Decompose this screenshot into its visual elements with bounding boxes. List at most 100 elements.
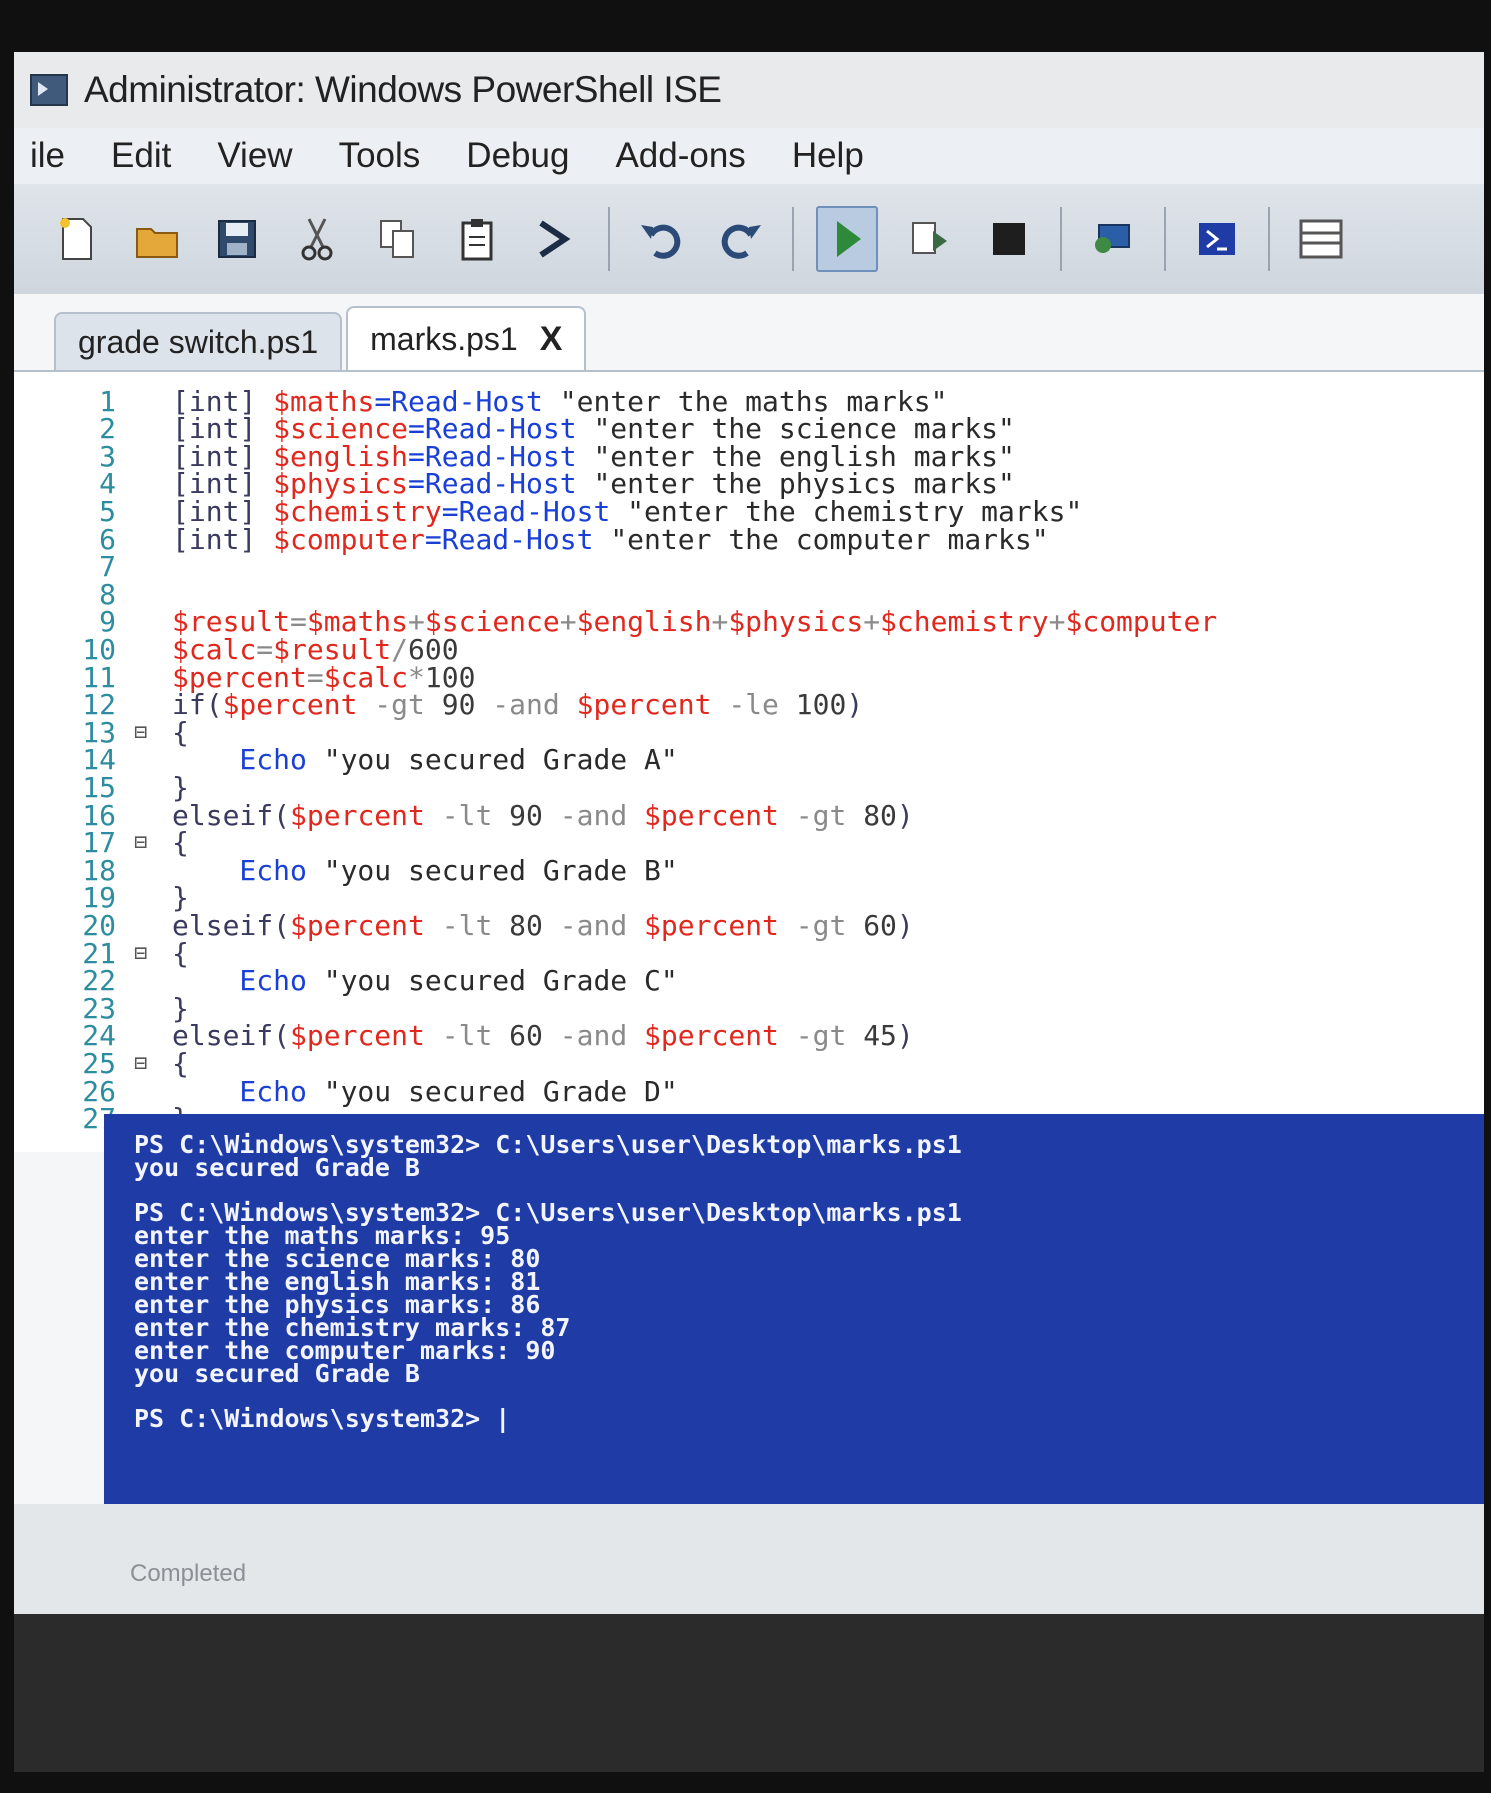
code-token: + (711, 605, 729, 639)
code-text: elseif($percent -lt 80 -and $percent -gt… (172, 909, 914, 942)
code-token: -gt (778, 798, 864, 832)
save-icon (218, 220, 256, 258)
code-token: Echo (172, 1074, 324, 1108)
prompt-button[interactable] (528, 208, 586, 270)
code-token: -and (475, 688, 577, 722)
remote-powershell-icon (1095, 224, 1130, 253)
paste-icon (461, 219, 493, 261)
open-button[interactable] (128, 208, 186, 270)
undo-button[interactable] (632, 208, 690, 270)
code-token: ) (846, 688, 864, 722)
code-token: $percent (222, 688, 358, 722)
toolbar-separator (792, 207, 794, 271)
code-token: $percent (644, 1019, 779, 1053)
code-token: "you secured Grade C" (323, 964, 678, 998)
toolbar-separator (608, 207, 610, 271)
powershell-console-button[interactable] (1188, 208, 1246, 270)
tab-marks[interactable]: marks.ps1 X (346, 306, 587, 370)
code-line: 12 if($percent -gt 90 -and $percent -le 1… (14, 688, 863, 721)
toolbar-separator (1060, 207, 1062, 271)
menu-tools[interactable]: Tools (333, 134, 427, 178)
tab-grade-switch[interactable]: grade switch.ps1 (54, 312, 343, 370)
console-line: enter the science marks: 80 (134, 1244, 541, 1273)
save-button[interactable] (208, 208, 266, 270)
code-token: 60 (509, 1019, 543, 1053)
redo-button[interactable] (712, 208, 770, 270)
menu-file[interactable]: ile (24, 134, 71, 178)
close-tab-icon[interactable]: X (540, 320, 563, 359)
stop-icon (993, 223, 1025, 255)
code-text: Echo "you secured Grade D" (172, 1074, 678, 1108)
code-text: [int] $computer=Read-Host "enter the com… (172, 523, 1049, 556)
code-token: Echo (172, 853, 324, 887)
code-token: elseif( (172, 1019, 291, 1053)
paste-button[interactable] (448, 208, 506, 270)
script-tabs: grade switch.ps1 marks.ps1 X (54, 304, 590, 370)
menu-view[interactable]: View (211, 134, 298, 178)
console-line: PS C:\Windows\system32> C:\Users\user\De… (134, 1198, 962, 1227)
code-token: ) (896, 798, 914, 832)
run-script-button[interactable] (816, 206, 878, 272)
code-token: $percent (576, 688, 712, 722)
menu-addons[interactable]: Add-ons (609, 134, 751, 178)
fold-toggle-icon[interactable]: ⊟ (134, 720, 154, 745)
code-token: 80 (863, 798, 897, 832)
code-token: -and (542, 1019, 645, 1053)
code-token: + (863, 605, 881, 639)
fold-toggle-icon[interactable]: ⊟ (134, 830, 154, 855)
code-token: =Read-Host (424, 522, 611, 556)
copy-icon (380, 220, 414, 258)
console-line: enter the physics marks: 86 (134, 1290, 541, 1319)
cut-button[interactable] (288, 208, 346, 270)
menu-help[interactable]: Help (786, 134, 870, 178)
code-line: 16 elseif($percent -lt 90 -and $percent -… (14, 798, 914, 832)
code-token: $chemistry (880, 605, 1049, 639)
code-token: ) (896, 908, 914, 942)
console-line: enter the computer marks: 90 (134, 1336, 556, 1365)
code-token: 90 (509, 798, 543, 832)
code-text: Echo "you secured Grade C" (172, 964, 678, 998)
powershell-console-icon (1199, 223, 1235, 255)
console-line: you secured Grade B (134, 1359, 420, 1388)
code-token: $percent (290, 1019, 425, 1053)
powershell-prompt-icon (539, 220, 571, 258)
code-token: "you secured Grade A" (323, 743, 678, 777)
code-token: 100 (795, 688, 847, 722)
fold-toggle-icon[interactable]: ⊟ (134, 1051, 154, 1076)
open-folder-icon (136, 228, 178, 258)
code-token: 60 (863, 908, 897, 942)
toolbar (14, 184, 1484, 294)
tab-label: marks.ps1 (370, 320, 518, 357)
fold-toggle-icon[interactable]: ⊟ (134, 941, 154, 966)
stop-button[interactable] (980, 208, 1038, 270)
code-token: + (1048, 605, 1066, 639)
code-token: Echo (172, 743, 324, 777)
undo-icon (641, 224, 681, 259)
menu-edit[interactable]: Edit (105, 134, 177, 178)
layout-button[interactable] (1292, 208, 1350, 270)
remote-powershell-button[interactable] (1084, 208, 1142, 270)
powershell-ise-app-icon (30, 74, 68, 106)
new-file-button[interactable] (48, 208, 106, 270)
menu-debug[interactable]: Debug (460, 134, 575, 178)
script-editor[interactable]: 1 [int] $maths=Read-Host "enter the maths… (14, 370, 1484, 1152)
code-token: Echo (172, 964, 324, 998)
code-token: -and (542, 908, 645, 942)
tab-label: grade switch.ps1 (78, 323, 319, 360)
code-token: $english (576, 605, 712, 639)
code-token: 90 (441, 688, 476, 722)
code-token: -le (711, 688, 796, 722)
code-token: -lt (424, 798, 510, 832)
code-token: -gt (357, 688, 442, 722)
code-text: if($percent -gt 90 -and $percent -le 100… (172, 688, 863, 721)
code-token: 80 (509, 908, 543, 942)
new-file-icon (60, 218, 92, 260)
code-token: [int] (172, 522, 274, 556)
run-selection-icon (912, 222, 947, 254)
code-token: + (559, 605, 577, 639)
console-pane[interactable]: PS C:\Windows\system32> C:\Users\user\De… (104, 1114, 1484, 1504)
copy-button[interactable] (368, 208, 426, 270)
run-selection-button[interactable] (900, 208, 958, 270)
powershell-ise-window: Administrator: Windows PowerShell ISE il… (14, 52, 1484, 1772)
code-token: "you secured Grade D" (323, 1074, 678, 1108)
